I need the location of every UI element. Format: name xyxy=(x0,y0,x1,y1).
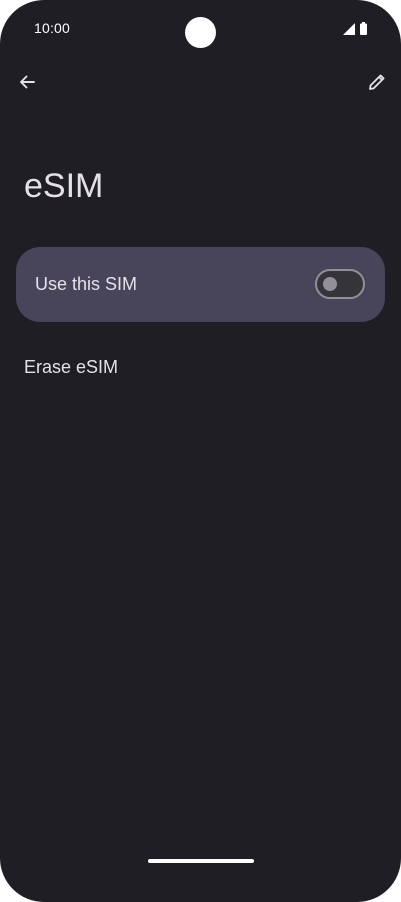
use-sim-switch[interactable] xyxy=(315,269,365,299)
use-sim-label: Use this SIM xyxy=(35,274,138,294)
page-title: eSIM xyxy=(24,167,104,205)
camera-cutout xyxy=(185,17,216,48)
status-icons xyxy=(343,22,367,40)
arrow-back-icon xyxy=(18,73,36,96)
phone-screen: 10:00 eSIM Use this SIM Erase eSIM xyxy=(0,0,401,902)
back-button[interactable] xyxy=(13,70,41,98)
gesture-nav-handle[interactable] xyxy=(148,859,254,863)
erase-esim-button[interactable]: Erase eSIM xyxy=(24,357,118,378)
status-time: 10:00 xyxy=(34,20,71,36)
edit-button[interactable] xyxy=(363,70,391,98)
switch-thumb xyxy=(323,277,337,291)
signal-icon xyxy=(343,22,355,40)
pencil-icon xyxy=(367,72,387,97)
battery-icon xyxy=(360,22,367,40)
use-sim-row[interactable]: Use this SIM xyxy=(16,247,385,322)
